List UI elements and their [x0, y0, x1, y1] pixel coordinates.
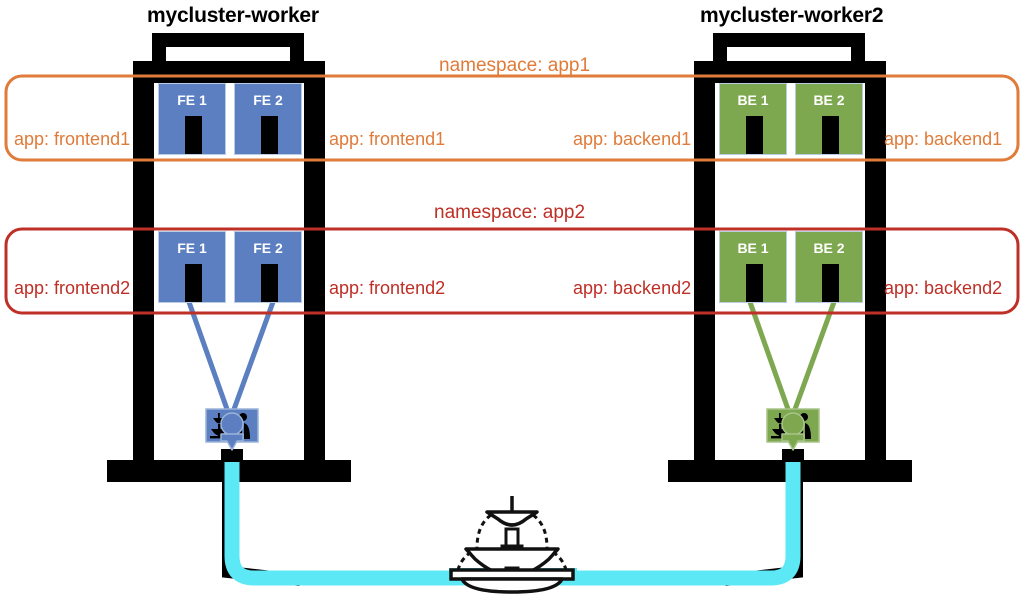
pod-frontend1-fe1[interactable]: FE 1	[158, 83, 226, 155]
pod-door-icon	[185, 116, 202, 154]
node2-leg-left	[694, 83, 715, 471]
diagram-canvas: FE 1 FE 2 BE 1 BE 2 FE 1 FE 2 BE 1 BE 2 …	[0, 0, 1024, 596]
pod-backend2-be1[interactable]: BE 1	[719, 231, 787, 303]
app-label-app2-right-inner: app: backend2	[573, 278, 692, 298]
connector-be1-to-service	[747, 301, 792, 413]
backend-service-circle	[781, 412, 805, 436]
node1-handle-top	[152, 33, 304, 47]
node2-base-notch	[782, 449, 804, 463]
backend-service-connectors	[747, 301, 837, 413]
frontend-service-circle	[220, 412, 244, 436]
pod-backend1-be1[interactable]: BE 1	[719, 83, 787, 155]
app-label-app1-left-inner: app: frontend1	[329, 129, 446, 149]
pod-door-icon	[261, 116, 278, 154]
fountain-icon	[449, 496, 577, 594]
node-title-worker1: mycluster-worker	[147, 4, 319, 27]
pod-label: BE 1	[737, 240, 769, 256]
app-label-app1-right-outer: app: backend1	[884, 129, 1003, 149]
app-label-app2-right-outer: app: backend2	[884, 278, 1003, 298]
frontend-service-connectors	[186, 301, 276, 413]
pod-frontend2-fe1[interactable]: FE 1	[158, 231, 226, 303]
namespace-app2-title: namespace: app2	[434, 202, 586, 223]
pod-label: FE 1	[177, 240, 207, 256]
app-label-app2-left-outer: app: frontend2	[14, 278, 131, 298]
pod-door-icon	[822, 264, 839, 302]
namespace-app1-title: namespace: app1	[439, 55, 591, 76]
pod-label: BE 2	[813, 92, 845, 108]
node1-base-notch	[221, 449, 243, 463]
fountain-upper-bowl	[485, 510, 539, 527]
node2-handle-top	[713, 33, 865, 47]
frontend-service-icon[interactable]	[205, 408, 259, 451]
node2-top-slab	[694, 61, 886, 83]
pod-door-icon	[822, 116, 839, 154]
pod-door-icon	[185, 264, 202, 302]
pod-door-icon	[746, 116, 763, 154]
connector-fe1-to-service	[186, 301, 231, 413]
pod-label: BE 1	[737, 92, 769, 108]
pod-label: FE 2	[253, 92, 283, 108]
fountain-water-arc-upper-left	[475, 513, 492, 549]
app-label-app2-left-inner: app: frontend2	[329, 278, 446, 298]
pod-frontend2-fe2[interactable]: FE 2	[234, 231, 302, 303]
app-label-app1-right-inner: app: backend1	[573, 129, 692, 149]
pod-backend1-be2[interactable]: BE 2	[795, 83, 863, 155]
connector-fe2-to-service	[230, 301, 276, 413]
pod-frontend1-fe2[interactable]: FE 2	[234, 83, 302, 155]
node1-top-slab	[133, 61, 325, 83]
pod-label: FE 2	[253, 240, 283, 256]
backend-service-icon[interactable]	[766, 408, 820, 451]
pod-door-icon	[746, 264, 763, 302]
fountain-basin	[460, 577, 564, 594]
diagram-shapes	[4, 33, 1020, 594]
connector-be2-to-service	[791, 301, 837, 413]
node1-leg-right	[304, 83, 325, 471]
pod-label: BE 2	[813, 240, 845, 256]
pod-backend2-be2[interactable]: BE 2	[795, 231, 863, 303]
fountain-water-arc-upper-right	[532, 513, 549, 549]
node-title-worker2: mycluster-worker2	[700, 4, 884, 27]
pod-door-icon	[261, 264, 278, 302]
node1-leg-left	[133, 83, 154, 471]
app-label-app1-left-outer: app: frontend1	[14, 129, 131, 149]
node2-leg-right	[865, 83, 886, 471]
pod-label: FE 1	[177, 92, 207, 108]
